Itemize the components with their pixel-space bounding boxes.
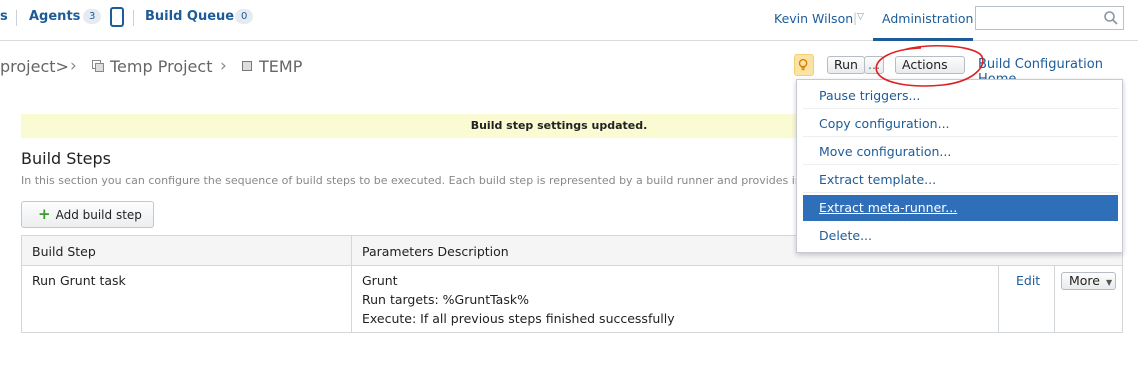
status-message-text: Build step settings updated. bbox=[470, 119, 648, 132]
actions-label: Actions bbox=[902, 57, 948, 72]
param-line: Grunt bbox=[362, 273, 398, 288]
param-line: Execute: If all previous steps finished … bbox=[362, 311, 675, 326]
menu-item-delete[interactable]: Delete... bbox=[803, 223, 1118, 249]
build-queue-count-badge: 0 bbox=[235, 9, 254, 24]
chevron-right-icon: › bbox=[70, 56, 77, 76]
more-button[interactable]: More ▼ bbox=[1061, 272, 1116, 290]
add-build-step-label: Add build step bbox=[55, 208, 142, 222]
menu-item-move-configuration[interactable]: Move configuration... bbox=[803, 139, 1118, 165]
nav-build-queue-link[interactable]: Build Queue bbox=[145, 9, 234, 24]
user-menu-link[interactable]: Kevin Wilson bbox=[774, 11, 853, 26]
nav-agents-link[interactable]: Agents bbox=[29, 9, 80, 24]
add-build-step-button[interactable]: + Add build step bbox=[21, 201, 154, 228]
run-options-button[interactable]: ... bbox=[864, 56, 884, 74]
column-divider bbox=[998, 266, 999, 332]
breadcrumb-project[interactable]: Temp Project bbox=[110, 57, 212, 76]
column-header-parameters: Parameters Description bbox=[362, 244, 509, 259]
breadcrumb-build-config: TEMP bbox=[259, 57, 303, 76]
chevron-down-icon[interactable]: ▽ bbox=[857, 12, 864, 22]
build-config-icon bbox=[242, 61, 252, 71]
actions-dropdown-menu: Pause triggers... Copy configuration... … bbox=[796, 79, 1123, 253]
agent-status-icon[interactable] bbox=[110, 7, 124, 27]
plus-icon: + bbox=[38, 205, 51, 223]
more-label: More bbox=[1069, 273, 1100, 288]
top-navigation: s Agents 3 Build Queue 0 Kevin Wilson | … bbox=[0, 0, 1138, 41]
section-title: Build Steps bbox=[21, 149, 112, 168]
nav-separator bbox=[133, 10, 134, 26]
nav-projects-link[interactable]: s bbox=[0, 9, 8, 24]
actions-button[interactable]: Actions ▼ bbox=[895, 56, 965, 87]
lightbulb-icon[interactable] bbox=[794, 54, 814, 76]
menu-item-pause-triggers[interactable]: Pause triggers... bbox=[803, 83, 1118, 109]
section-description: In this section you can configure the se… bbox=[21, 174, 811, 187]
chevron-right-icon: › bbox=[220, 56, 227, 76]
search-icon[interactable] bbox=[1103, 10, 1119, 26]
column-header-build-step: Build Step bbox=[32, 244, 96, 259]
column-divider bbox=[351, 236, 352, 332]
breadcrumb-root[interactable]: project> bbox=[0, 57, 69, 76]
menu-item-extract-template[interactable]: Extract template... bbox=[803, 167, 1118, 193]
column-divider bbox=[1054, 266, 1055, 332]
menu-item-copy-configuration[interactable]: Copy configuration... bbox=[803, 111, 1118, 137]
copy-icon bbox=[92, 60, 104, 72]
administration-link[interactable]: Administration bbox=[882, 11, 973, 26]
run-button[interactable]: Run bbox=[827, 56, 865, 74]
menu-item-extract-meta-runner[interactable]: Extract meta-runner... bbox=[803, 195, 1118, 221]
active-tab-indicator bbox=[873, 38, 973, 41]
chevron-down-icon: ▼ bbox=[1105, 278, 1113, 287]
agents-count-badge: 3 bbox=[83, 9, 102, 24]
edit-link[interactable]: Edit bbox=[1016, 273, 1040, 288]
nav-separator bbox=[16, 10, 17, 26]
build-step-name[interactable]: Run Grunt task bbox=[32, 273, 126, 288]
param-line: Run targets: %GruntTask% bbox=[362, 292, 529, 307]
search-input[interactable] bbox=[975, 6, 1124, 30]
